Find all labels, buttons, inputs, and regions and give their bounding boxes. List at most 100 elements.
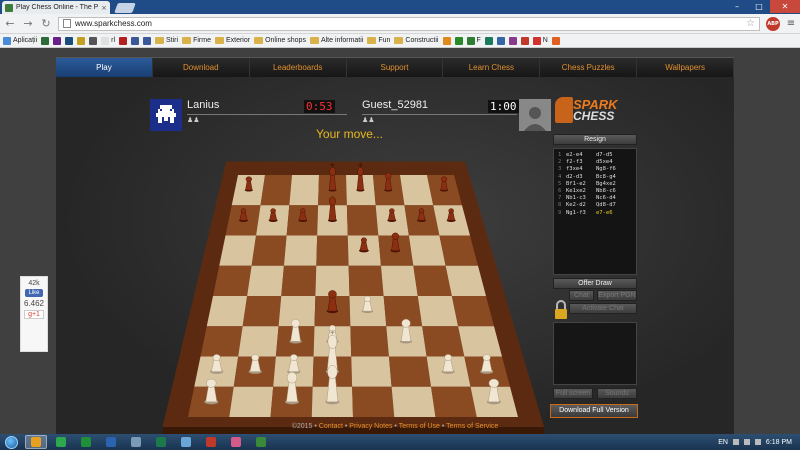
board-square[interactable] [351, 356, 392, 387]
board-square[interactable] [251, 235, 287, 266]
bookmark-item[interactable] [131, 36, 140, 45]
reload-icon[interactable]: ↻ [40, 17, 52, 30]
taskbar-app-button[interactable] [200, 435, 222, 449]
nav-leaderboards[interactable]: Leaderboards [250, 58, 347, 77]
activate-chat-button[interactable]: Activate Chat [569, 303, 637, 314]
nav-chess-puzzles[interactable]: Chess Puzzles [540, 58, 638, 77]
download-full-version-button[interactable]: Download Full Version [550, 404, 638, 418]
resign-button[interactable]: Resign [553, 134, 637, 145]
taskbar-app-button[interactable] [150, 435, 172, 449]
footer-link-terms-service[interactable]: Terms of Service [446, 423, 498, 430]
bookmark-item[interactable]: Constructii [394, 37, 439, 44]
board-square[interactable] [238, 326, 279, 357]
adblock-icon[interactable]: ABP [766, 16, 780, 31]
browser-tab[interactable]: Play Chess Online - The P × [2, 1, 110, 14]
board-square[interactable] [289, 175, 319, 206]
bookmark-item[interactable]: F [466, 36, 481, 45]
export-pgn-button[interactable]: Export PGN [597, 290, 637, 301]
address-bar[interactable]: www.sparkchess.com ☆ [58, 16, 760, 31]
board-square[interactable] [413, 265, 452, 296]
move-list[interactable]: 1 e2-e4 d7-d5 2 f2-f3 d5xe4 3 f3xe4 Ng8-f6 4 d2-d3… [553, 148, 637, 275]
board-square[interactable] [391, 386, 436, 417]
board-square[interactable] [219, 235, 257, 266]
bookmark-item[interactable]: N [532, 36, 548, 45]
bookmark-item[interactable] [143, 36, 152, 45]
back-icon[interactable]: ← [4, 17, 16, 30]
bookmark-item[interactable] [77, 36, 86, 45]
taskbar-app-button[interactable] [100, 435, 122, 449]
close-window-button[interactable]: ✕ [770, 0, 800, 13]
board-square[interactable] [200, 326, 243, 357]
board-square[interactable] [431, 386, 477, 417]
board-square[interactable] [417, 296, 459, 327]
board-square[interactable] [388, 356, 432, 387]
tab-close-icon[interactable]: × [101, 4, 107, 12]
bookmark-item[interactable] [484, 36, 493, 45]
nav-wallpapers[interactable]: Wallpapers [637, 58, 735, 77]
board-square[interactable] [206, 296, 248, 327]
taskbar-app-button[interactable] [75, 435, 97, 449]
nav-download[interactable]: Download [153, 58, 250, 77]
bookmark-item[interactable] [496, 36, 505, 45]
board-square[interactable] [283, 235, 318, 266]
new-tab-button[interactable] [114, 3, 136, 13]
taskbar-app-button[interactable] [25, 435, 47, 449]
bookmark-item[interactable] [454, 36, 463, 45]
url-text[interactable]: www.sparkchess.com [75, 19, 742, 28]
bookmark-item[interactable] [65, 36, 74, 45]
nav-play[interactable]: Play [56, 58, 153, 77]
chat-button[interactable]: Chat [569, 290, 594, 301]
footer-link-contact[interactable]: Contact [319, 423, 343, 430]
footer-link-terms-use[interactable]: Terms of Use [399, 423, 440, 430]
bookmark-item[interactable]: Alte informatii [309, 37, 363, 44]
board-square[interactable] [260, 175, 292, 206]
full-screen-button[interactable]: Full screen [553, 388, 593, 399]
bookmark-item[interactable] [551, 36, 560, 45]
board-square[interactable] [352, 386, 395, 417]
offer-draw-button[interactable]: Offer Draw [553, 278, 637, 289]
tray-icon[interactable] [732, 439, 739, 445]
bookmark-item[interactable] [119, 36, 128, 45]
board-square[interactable] [242, 296, 282, 327]
board-square[interactable] [380, 265, 418, 296]
taskbar-app-button[interactable] [175, 435, 197, 449]
bookmark-item[interactable]: Fun [367, 37, 390, 44]
bookmark-star-icon[interactable]: ☆ [746, 18, 755, 29]
board-square[interactable] [408, 235, 446, 266]
footer-link-privacy[interactable]: Privacy Notes [349, 423, 392, 430]
facebook-like-button[interactable]: Like [25, 289, 43, 297]
board-square[interactable] [247, 265, 284, 296]
bookmark-item[interactable] [508, 36, 517, 45]
board-square[interactable] [422, 326, 465, 357]
taskbar-app-button[interactable] [225, 435, 247, 449]
board-square[interactable] [348, 265, 384, 296]
bookmark-item[interactable]: Aplicații [3, 36, 37, 45]
board-square[interactable] [350, 326, 389, 357]
menu-icon[interactable]: ≡ [786, 18, 796, 29]
bookmark-item[interactable] [442, 36, 451, 45]
bookmark-item[interactable] [41, 36, 50, 45]
clock-time[interactable]: 6:18 PM [766, 439, 792, 446]
bookmark-item[interactable]: Firme [182, 37, 211, 44]
nav-support[interactable]: Support [347, 58, 444, 77]
maximize-button[interactable]: □ [748, 0, 770, 13]
taskbar-app-button[interactable] [250, 435, 272, 449]
taskbar-app-button[interactable] [50, 435, 72, 449]
board-square[interactable] [346, 205, 379, 236]
taskbar-app-button[interactable] [125, 435, 147, 449]
language-indicator[interactable]: EN [718, 439, 728, 446]
board-square[interactable] [316, 235, 349, 266]
bookmark-item[interactable]: Stiri [155, 37, 178, 44]
bookmark-item[interactable] [53, 36, 62, 45]
volume-icon[interactable] [754, 439, 761, 445]
sounds-button[interactable]: Sounds [597, 388, 637, 399]
chat-box[interactable] [553, 322, 637, 385]
bookmark-item[interactable]: rl [101, 36, 115, 45]
board-square[interactable] [229, 386, 274, 417]
bookmark-item[interactable]: Exterior [214, 37, 250, 44]
bookmark-item[interactable]: Online shops [254, 37, 306, 44]
bookmark-item[interactable] [520, 36, 529, 45]
board-square[interactable] [213, 265, 252, 296]
minimize-button[interactable]: – [726, 0, 748, 13]
bookmark-item[interactable] [89, 36, 98, 45]
